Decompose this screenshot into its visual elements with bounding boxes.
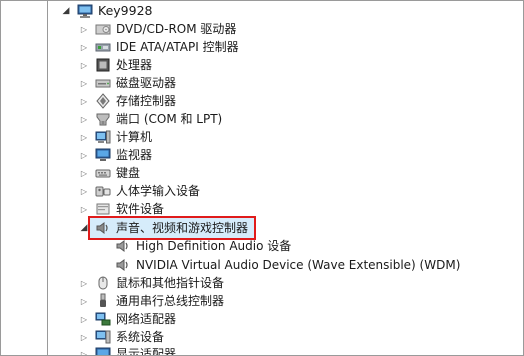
software-device-icon xyxy=(95,201,111,217)
processor-icon xyxy=(95,57,111,73)
tree-item-monitors[interactable]: ▷ 监视器 xyxy=(79,146,152,164)
expand-arrow-icon[interactable]: ▷ xyxy=(79,274,89,292)
tree-item-hid[interactable]: ▷ 人体学输入设备 xyxy=(79,182,200,200)
category-label: DVD/CD-ROM 驱动器 xyxy=(116,22,237,36)
tree-item-ports[interactable]: ▷ 端口 (COM 和 LPT) xyxy=(79,110,222,128)
expand-arrow-icon[interactable]: ▷ xyxy=(79,182,89,200)
device-label: NVIDIA Virtual Audio Device (Wave Extens… xyxy=(136,258,461,272)
tree-root[interactable]: ◢ Key9928 xyxy=(61,2,152,20)
category-label: 声音、视频和游戏控制器 xyxy=(116,221,249,235)
category-label: 磁盘驱动器 xyxy=(116,76,177,90)
tree-item-ide[interactable]: ▷ IDE ATA/ATAPI 控制器 xyxy=(79,38,239,56)
computer-icon xyxy=(95,129,111,145)
category-label: 计算机 xyxy=(116,130,153,144)
tree-item-display-adapters[interactable]: ▷ 显示适配器 xyxy=(79,345,177,356)
display-adapter-icon xyxy=(95,346,111,355)
usb-icon xyxy=(95,293,111,309)
category-label: IDE ATA/ATAPI 控制器 xyxy=(116,40,239,54)
tree-item-computer[interactable]: ▷ 计算机 xyxy=(79,128,152,146)
tree-item-hd-audio[interactable]: High Definition Audio 设备 xyxy=(115,237,291,255)
ide-controller-icon xyxy=(95,39,111,55)
monitor-icon xyxy=(95,147,111,163)
expand-arrow-icon[interactable]: ▷ xyxy=(79,146,89,164)
tree-item-nvidia-audio[interactable]: NVIDIA Virtual Audio Device (Wave Extens… xyxy=(115,256,460,274)
computer-icon xyxy=(77,3,93,19)
left-divider xyxy=(47,1,48,355)
collapse-arrow-icon[interactable]: ◢ xyxy=(61,2,71,20)
category-label: 鼠标和其他指针设备 xyxy=(116,276,225,290)
category-label: 显示适配器 xyxy=(116,347,177,356)
tree-item-dvd[interactable]: ▷ DVD/CD-ROM 驱动器 xyxy=(79,20,237,38)
speaker-icon xyxy=(115,257,131,273)
hid-icon xyxy=(95,183,111,199)
expand-arrow-icon[interactable]: ▷ xyxy=(79,310,89,328)
expand-arrow-icon[interactable]: ▷ xyxy=(79,74,89,92)
expand-arrow-icon[interactable]: ▷ xyxy=(79,38,89,56)
category-label: 网络适配器 xyxy=(116,312,177,326)
collapse-arrow-icon[interactable]: ◢ xyxy=(79,219,89,237)
system-device-icon xyxy=(95,329,111,345)
speaker-icon xyxy=(115,238,131,254)
device-label: High Definition Audio 设备 xyxy=(136,239,292,253)
mouse-icon xyxy=(95,275,111,291)
tree-item-sound-video-game[interactable]: ◢ 声音、视频和游戏控制器 xyxy=(79,219,248,237)
category-label: 处理器 xyxy=(116,58,153,72)
device-manager-window: ◢ Key9928 ▷ DVD/CD-ROM 驱动器 ▷ IDE ATA/ATA… xyxy=(0,0,524,356)
sound-icon xyxy=(95,220,111,236)
category-label: 键盘 xyxy=(116,166,141,180)
tree-item-system-devices[interactable]: ▷ 系统设备 xyxy=(79,328,164,346)
tree-item-processor[interactable]: ▷ 处理器 xyxy=(79,56,152,74)
expand-arrow-icon[interactable]: ▷ xyxy=(79,110,89,128)
disk-drive-icon xyxy=(95,75,111,91)
category-label: 监视器 xyxy=(116,148,153,162)
tree-item-mice[interactable]: ▷ 鼠标和其他指针设备 xyxy=(79,274,224,292)
storage-controller-icon xyxy=(95,93,111,109)
expand-arrow-icon[interactable]: ▷ xyxy=(79,328,89,346)
category-label: 系统设备 xyxy=(116,330,165,344)
expand-arrow-icon[interactable]: ▷ xyxy=(79,164,89,182)
expand-arrow-icon[interactable]: ▷ xyxy=(79,20,89,38)
tree-item-network[interactable]: ▷ 网络适配器 xyxy=(79,310,176,328)
network-adapter-icon xyxy=(95,311,111,327)
category-label: 通用串行总线控制器 xyxy=(116,294,225,308)
port-icon xyxy=(95,111,111,127)
tree-item-storage[interactable]: ▷ 存储控制器 xyxy=(79,92,176,110)
tree-item-keyboards[interactable]: ▷ 键盘 xyxy=(79,164,140,182)
tree-item-usb[interactable]: ▷ 通用串行总线控制器 xyxy=(79,292,224,310)
category-label: 端口 (COM 和 LPT) xyxy=(116,112,223,126)
keyboard-icon xyxy=(95,165,111,181)
tree-item-disk-drives[interactable]: ▷ 磁盘驱动器 xyxy=(79,74,176,92)
category-label: 存储控制器 xyxy=(116,94,177,108)
category-label: 人体学输入设备 xyxy=(116,184,201,198)
expand-arrow-icon[interactable]: ▷ xyxy=(79,345,89,356)
expand-arrow-icon[interactable]: ▷ xyxy=(79,292,89,310)
expand-arrow-icon[interactable]: ▷ xyxy=(79,92,89,110)
computer-name-label: Key9928 xyxy=(98,3,153,18)
expand-arrow-icon[interactable]: ▷ xyxy=(79,56,89,74)
expand-arrow-icon[interactable]: ▷ xyxy=(79,128,89,146)
dvd-drive-icon xyxy=(95,21,111,37)
